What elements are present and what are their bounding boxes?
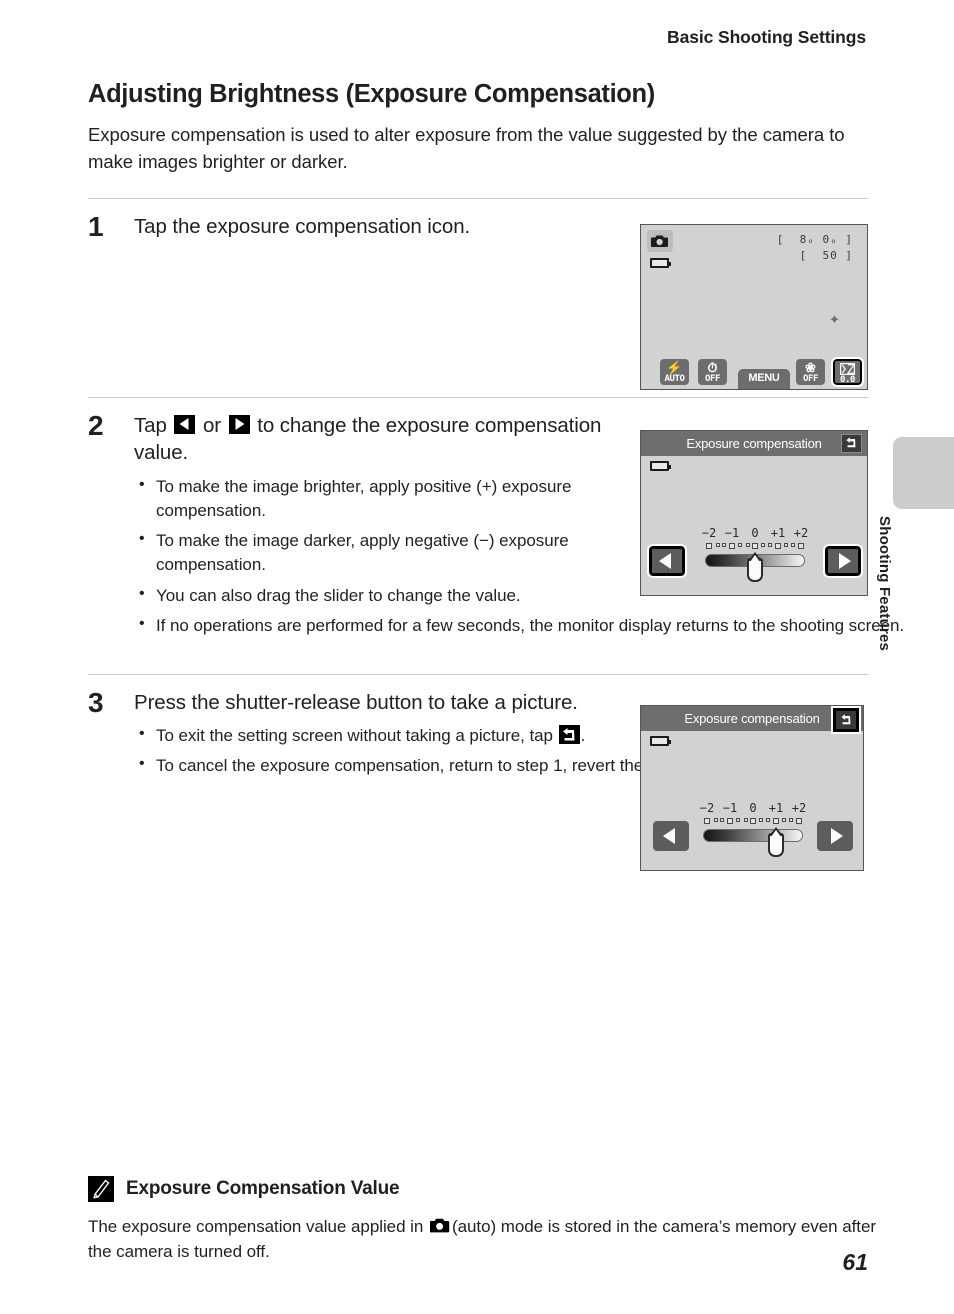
step-2-heading-part1: Tap [134,413,167,437]
step-2-heading: Tap or to change the exposure compensati… [134,412,644,467]
step-1-heading: Tap the exposure compensation icon. [134,214,471,238]
slider-scale-area: −2 −1 0 +1 +2 [699,801,807,861]
scale-label: 0 [749,801,757,815]
macro-icon: ❀ [805,360,816,375]
scale-label: −1 [722,801,738,815]
step-3-heading: Press the shutter-release button to take… [134,690,578,714]
increase-exposure-button[interactable] [817,821,853,851]
self-timer-label: OFF [704,374,721,384]
step-3-bullet1-text: To exit the setting screen without takin… [156,726,553,746]
scale-label: −2 [699,801,715,815]
list-item: To make the image darker, apply negative… [134,528,644,577]
exposure-compensation-slider-widget: −2 −1 0 +1 +2 [641,526,869,586]
step-3-bullet-list: To exit the setting screen without takin… [134,723,819,778]
increase-exposure-button[interactable] [823,544,863,578]
section-intro: Exposure compensation is used to alter e… [88,124,845,172]
slider-thumb[interactable] [747,558,763,582]
scale-label: −1 [724,526,740,540]
scale-label: +2 [793,526,809,540]
note-block: Exposure Compensation Value The exposure… [88,1176,878,1264]
list-item: To exit the setting screen without takin… [134,723,644,748]
slider-ticks [705,543,805,550]
decrease-exposure-button[interactable] [647,544,687,578]
flash-mode-button[interactable]: ⚡ AUTO [660,359,689,385]
lcd-image-size: [ 50 ] [799,249,853,262]
date-imprint-icon: ✦ [829,312,840,327]
screen-2-title: Exposure compensation [641,431,867,456]
side-tab-label: Shooting Features [876,516,893,652]
battery-icon [650,258,671,268]
camera-screen-step-1: [ 8ₒ 0ₒ ] [ 50 ] ✦ ⚡ AUTO ⏱ OFF MENU ❀ O… [640,224,868,390]
note-text-part1: The exposure compensation value applied … [88,1217,424,1236]
lcd-shots-remaining: [ 8ₒ 0ₒ ] [776,233,853,246]
slider-thumb[interactable] [768,833,784,857]
exposure-compensation-value: 0.0 [839,375,856,385]
pencil-icon [88,1176,114,1202]
exposure-compensation-slider-widget: −2 −1 0 +1 +2 [641,801,865,861]
scale-label: +2 [791,801,807,815]
side-thumb-tab [893,437,954,509]
scale-label: +1 [768,801,784,815]
scale-labels: −2 −1 0 +1 +2 [699,801,807,815]
decrease-exposure-button[interactable] [653,821,689,851]
screen-3-title: Exposure compensation [641,706,863,731]
camera-screen-step-2: Exposure compensation −2 −1 0 +1 +2 [640,430,868,596]
note-header: Exposure Compensation Value [88,1176,878,1202]
self-timer-button[interactable]: ⏱ OFF [698,359,727,385]
step-2-heading-part2: or [202,413,222,437]
exposure-compensation-icon [840,363,855,375]
screen-1-toolbar: ⚡ AUTO ⏱ OFF MENU ❀ OFF 0.0 [641,357,867,389]
macro-mode-label: OFF [802,374,819,384]
scale-labels: −2 −1 0 +1 +2 [701,526,809,540]
timer-icon: ⏱ [707,360,718,375]
note-text: The exposure compensation value applied … [88,1215,878,1264]
list-item: You can also drag the slider to change t… [134,583,644,608]
step-2-bullet-list: To make the image brighter, apply positi… [134,474,904,638]
battery-icon [650,736,671,746]
scale-label: −2 [701,526,717,540]
step-3-bullet2-text: To cancel the exposure compensation, ret… [156,756,708,776]
page-number: 61 [842,1249,868,1275]
macro-mode-button[interactable]: ❀ OFF [796,359,825,385]
step-3-bullet1-period: . [580,726,586,746]
flash-icon: ⚡ [666,360,683,375]
slider-ticks [703,818,803,825]
camera-mode-icon [647,230,673,252]
running-header: Basic Shooting Settings [667,27,866,47]
exposure-compensation-button[interactable]: 0.0 [831,357,864,387]
return-icon [558,725,580,745]
return-icon[interactable] [831,706,861,734]
battery-icon [650,461,671,471]
list-item: To make the image brighter, apply positi… [134,474,644,523]
note-title: Exposure Compensation Value [126,1178,400,1199]
flash-mode-label: AUTO [664,374,685,384]
step-1-number: 1 [88,210,104,242]
right-arrow-icon [228,414,250,434]
exposure-gradient-bar[interactable] [703,829,803,842]
step-2-number: 2 [88,409,104,441]
left-arrow-icon [174,414,196,434]
page-title: Adjusting Brightness (Exposure Compensat… [88,80,655,108]
slider-scale-area: −2 −1 0 +1 +2 [701,526,809,586]
menu-button[interactable]: MENU [738,369,790,389]
scale-label: +1 [770,526,786,540]
return-icon[interactable] [841,434,862,453]
step-3-number: 3 [88,686,104,718]
camera-icon [429,1217,450,1234]
scale-label: 0 [751,526,759,540]
list-item: If no operations are performed for a few… [134,613,916,638]
camera-screen-step-3: Exposure compensation −2 −1 0 +1 +2 [640,705,864,871]
